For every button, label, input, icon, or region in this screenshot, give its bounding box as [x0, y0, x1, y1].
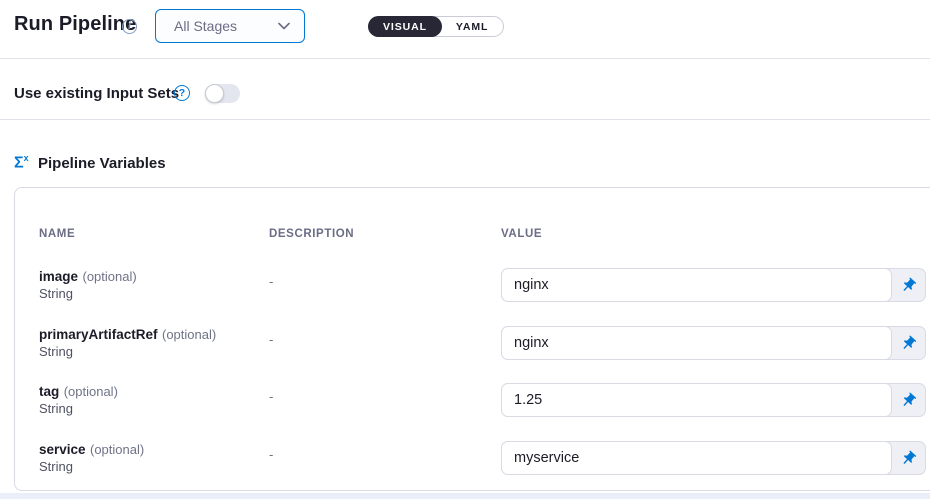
tab-yaml[interactable]: YAML: [441, 17, 503, 36]
variable-value-input[interactable]: [501, 326, 892, 360]
variable-optional-label: (optional): [64, 384, 118, 399]
variable-optional-label: (optional): [90, 442, 144, 457]
table-row: image (optional) String -: [15, 264, 930, 321]
pipeline-variables-title: Pipeline Variables: [38, 155, 166, 172]
variable-value-input[interactable]: [501, 383, 892, 417]
page-title: Run Pipeline: [14, 13, 136, 36]
header-divider: [0, 58, 930, 59]
column-header-description: DESCRIPTION: [269, 228, 354, 240]
variable-value-input[interactable]: [501, 441, 892, 475]
variable-optional-label: (optional): [82, 269, 136, 284]
variable-value-group: [501, 326, 926, 360]
next-section-edge: [0, 493, 930, 499]
column-header-value: VALUE: [501, 228, 542, 240]
chevron-down-icon: [278, 22, 290, 30]
variable-description: -: [269, 389, 273, 404]
variable-type: String: [39, 286, 73, 301]
pin-icon[interactable]: [892, 442, 925, 474]
variable-value-group: [501, 441, 926, 475]
table-row: service (optional) String -: [15, 437, 930, 494]
variable-value-input[interactable]: [501, 268, 892, 302]
tab-visual[interactable]: VISUAL: [368, 16, 442, 37]
variable-name-cell: service (optional) String: [39, 441, 144, 475]
variable-value-group: [501, 268, 926, 302]
variable-name-cell: tag (optional) String: [39, 383, 118, 417]
variable-name-cell: primaryArtifactRef (optional) String: [39, 326, 216, 360]
variable-name-cell: image (optional) String: [39, 268, 137, 302]
run-pipeline-dialog: Run Pipeline i All Stages VISUAL YAML Us…: [0, 0, 930, 499]
help-icon[interactable]: ?: [174, 85, 190, 101]
variable-optional-label: (optional): [162, 327, 216, 342]
table-row: primaryArtifactRef (optional) String -: [15, 322, 930, 379]
stage-selector-value: All Stages: [174, 18, 278, 34]
variable-name: primaryArtifactRef: [39, 327, 158, 342]
section-divider: [0, 119, 930, 120]
variable-name: image: [39, 269, 78, 284]
variable-type: String: [39, 344, 73, 359]
table-row: tag (optional) String -: [15, 379, 930, 436]
variable-type: String: [39, 401, 73, 416]
pin-icon[interactable]: [892, 269, 925, 301]
pipeline-variables-icon: Σx: [14, 153, 29, 172]
variable-description: -: [269, 274, 273, 289]
pipeline-variables-card: NAME DESCRIPTION VALUE image (optional) …: [14, 187, 930, 491]
variable-description: -: [269, 332, 273, 347]
variable-type: String: [39, 459, 73, 474]
pin-icon[interactable]: [892, 384, 925, 416]
toggle-knob: [205, 84, 224, 103]
visual-yaml-toggle: VISUAL YAML: [368, 16, 504, 37]
input-sets-toggle[interactable]: [205, 84, 240, 103]
variable-value-group: [501, 383, 926, 417]
use-existing-input-sets-label: Use existing Input Sets: [14, 85, 179, 102]
pin-icon[interactable]: [892, 327, 925, 359]
stage-selector-dropdown[interactable]: All Stages: [155, 9, 305, 43]
column-header-name: NAME: [39, 228, 75, 240]
variable-description: -: [269, 447, 273, 462]
variable-name: tag: [39, 384, 59, 399]
variable-name: service: [39, 442, 86, 457]
info-icon[interactable]: i: [122, 19, 137, 34]
